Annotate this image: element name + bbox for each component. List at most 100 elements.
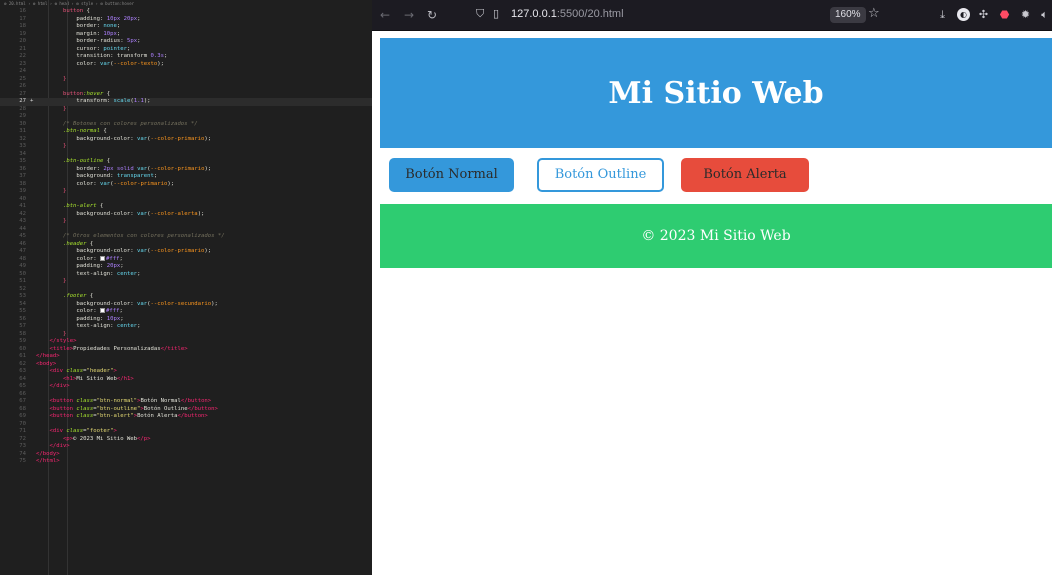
- code-line[interactable]: 19 margin: 10px;: [0, 31, 372, 39]
- code-line[interactable]: 57 text-align: center;: [0, 323, 372, 331]
- forward-button[interactable]: →: [404, 7, 414, 23]
- code-token: </body>: [36, 450, 60, 457]
- line-number: 62: [19, 360, 26, 367]
- code-line[interactable]: 64 <h1>Mi Sitio Web</h1>: [0, 376, 372, 384]
- back-button[interactable]: ←: [380, 7, 390, 23]
- line-number: 72: [19, 435, 26, 442]
- code-line[interactable]: 18 border: none;: [0, 23, 372, 31]
- code-line[interactable]: 54 background-color: var(--color-secunda…: [0, 301, 372, 309]
- code-token: {: [103, 90, 111, 97]
- code-line[interactable]: 25 }: [0, 76, 372, 84]
- shield-icon[interactable]: ⛉: [476, 7, 484, 21]
- code-line[interactable]: 48 color: #fff;: [0, 255, 372, 264]
- code-line[interactable]: 61 </head>: [0, 353, 372, 361]
- code-line[interactable]: 53 .footer {: [0, 293, 372, 301]
- code-line[interactable]: 69 <button class="btn-alert">Botón Alert…: [0, 413, 372, 421]
- code-line[interactable]: 26: [0, 83, 372, 91]
- code-line[interactable]: 49 padding: 20px;: [0, 263, 372, 271]
- code-line[interactable]: 55 color: #fff;: [0, 308, 372, 316]
- code-line[interactable]: 56 padding: 10px;: [0, 316, 372, 324]
- code-line[interactable]: 40: [0, 196, 372, 204]
- color-swatch[interactable]: [100, 308, 106, 313]
- code-line[interactable]: 63 <div class="header">: [0, 368, 372, 376]
- code-line[interactable]: 22 transition: transform 0.3s;: [0, 53, 372, 61]
- ublock-extension-icon[interactable]: ⬣: [998, 8, 1011, 21]
- code-line[interactable]: 72 <p>© 2023 Mi Sitio Web</p>: [0, 436, 372, 444]
- code-line[interactable]: 70: [0, 421, 372, 429]
- code-line[interactable]: 21 cursor: pointer;: [0, 46, 372, 54]
- code-line[interactable]: 45 /* Otros elementos con colores person…: [0, 233, 372, 241]
- code-line[interactable]: 29: [0, 113, 372, 121]
- url-bar[interactable]: ⛉ ▯ 127.0.0.1:5500/20.html 160% ☆: [476, 6, 890, 25]
- line-number: 74: [19, 450, 26, 457]
- code-line[interactable]: 73 </div>: [0, 443, 372, 451]
- code-line[interactable]: 66: [0, 391, 372, 399]
- code-token: margin: [36, 30, 97, 37]
- code-line[interactable]: 71 <div class="footer">: [0, 428, 372, 436]
- page-icon[interactable]: ▯: [493, 7, 499, 20]
- code-line[interactable]: 58 }: [0, 331, 372, 339]
- outline-button[interactable]: Botón Outline: [537, 158, 664, 192]
- code-line[interactable]: 20 border-radius: 5px;: [0, 38, 372, 46]
- editor-breadcrumb[interactable]: ⚙ 20.html › ⚙ html › ⚙ head › ⚙ style › …: [0, 0, 372, 8]
- code-line[interactable]: 32 background-color: var(--color-primari…: [0, 136, 372, 144]
- code-line[interactable]: 34: [0, 151, 372, 159]
- code-line[interactable]: 27 button:hover {: [0, 91, 372, 99]
- code-line[interactable]: 36 border: 2px solid var(--color-primari…: [0, 166, 372, 174]
- code-token: 5px: [126, 38, 138, 44]
- code-line[interactable]: 33 }: [0, 143, 372, 151]
- code-line[interactable]: 16 button {: [0, 8, 372, 16]
- gutter-marker: [30, 113, 36, 121]
- code-lines[interactable]: 16 button {17 padding: 10px 20px; 18 bord…: [0, 8, 372, 466]
- code-line[interactable]: 17 padding: 10px 20px;: [0, 16, 372, 24]
- code-line[interactable]: 46 .header {: [0, 241, 372, 249]
- line-number: 17: [19, 15, 26, 22]
- color-swatch[interactable]: [100, 255, 106, 261]
- code-line[interactable]: 62 <body>: [0, 361, 372, 369]
- code-line[interactable]: 31 .btn-normal {: [0, 128, 372, 136]
- code-line[interactable]: 50 text-align: center;: [0, 271, 372, 279]
- star-icon[interactable]: ☆: [868, 6, 880, 21]
- code-line[interactable]: 60 <title>Propiedades Personalizadas</ti…: [0, 346, 372, 354]
- reload-button[interactable]: ↻: [427, 7, 437, 23]
- puzzle-icon[interactable]: ✣: [977, 8, 990, 21]
- download-icon[interactable]: ⤓: [936, 8, 949, 21]
- volume-icon[interactable]: 🔈︎: [1038, 8, 1051, 21]
- code-line[interactable]: 23 color: var(--color-texto);: [0, 61, 372, 69]
- code-line[interactable]: 65 </div>: [0, 383, 372, 391]
- code-token: center: [116, 323, 138, 329]
- code-line[interactable]: 27 + transform: scale(1.1);: [0, 98, 372, 106]
- code-line[interactable]: 30 /* Botones con colores personalizados…: [0, 121, 372, 129]
- code-line[interactable]: 67 <button class="btn-normal">Botón Norm…: [0, 398, 372, 406]
- code-line[interactable]: 52: [0, 286, 372, 294]
- code-line[interactable]: 75 </html>: [0, 458, 372, 466]
- code-line[interactable]: 37 background: transparent;: [0, 173, 372, 181]
- code-line[interactable]: 41 .btn-alert {: [0, 203, 372, 211]
- alert-button[interactable]: Botón Alerta: [681, 158, 809, 192]
- line-number: 38: [19, 180, 26, 187]
- code-line[interactable]: 59 </style>: [0, 338, 372, 346]
- code-line[interactable]: 42 background-color: var(--color-alerta)…: [0, 211, 372, 219]
- code-line[interactable]: 44: [0, 226, 372, 234]
- code-line[interactable]: 28 }: [0, 106, 372, 114]
- normal-button[interactable]: Botón Normal: [389, 158, 514, 192]
- code-line[interactable]: 35 .btn-outline {: [0, 158, 372, 166]
- zoom-level-badge[interactable]: 160%: [830, 7, 866, 23]
- gear-icon[interactable]: ✹: [1019, 8, 1032, 21]
- url-text[interactable]: 127.0.0.1:5500/20.html: [511, 8, 624, 20]
- code-line[interactable]: 47 background-color: var(--color-primari…: [0, 248, 372, 256]
- code-line[interactable]: 24: [0, 68, 372, 76]
- dark-mode-extension-icon[interactable]: ◐: [957, 8, 970, 21]
- code-line[interactable]: 74 </body>: [0, 451, 372, 459]
- code-line[interactable]: 39 }: [0, 188, 372, 196]
- code-token: class: [66, 428, 84, 434]
- code-token: <: [36, 345, 53, 352]
- line-number: 41: [19, 203, 26, 209]
- code-line[interactable]: 68 <button class="btn-outline">Botón Out…: [0, 406, 372, 414]
- code-line[interactable]: 51 }: [0, 278, 372, 286]
- code-editor[interactable]: ⚙ 20.html › ⚙ html › ⚙ head › ⚙ style › …: [0, 0, 372, 575]
- code-token: ;: [116, 30, 121, 37]
- code-line[interactable]: 43 }: [0, 218, 372, 226]
- code-line[interactable]: 38 color: var(--color-primario);: [0, 181, 372, 189]
